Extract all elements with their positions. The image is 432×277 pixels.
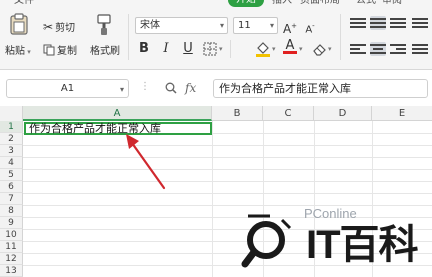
fill-color-icon[interactable] [255, 40, 271, 57]
font-size-value: 11 [238, 20, 251, 31]
column-header-row: A B C D E [0, 106, 432, 121]
menu-page-layout[interactable]: 页面布局 [300, 0, 340, 8]
grid-line [23, 181, 432, 182]
copy-button[interactable]: 复制 [43, 42, 77, 57]
row-header-1[interactable]: 1 [0, 121, 23, 133]
annotation-arrow-icon [126, 134, 166, 190]
format-painter-button[interactable]: 格式刷 [90, 42, 120, 57]
magnifier-logo-icon [241, 214, 292, 268]
font-size-select[interactable]: 11 ▾ [233, 17, 278, 34]
select-all-corner[interactable] [0, 106, 23, 121]
format-painter-icon[interactable] [95, 14, 113, 36]
align-middle-button[interactable] [370, 16, 386, 30]
font-name-select[interactable]: 宋体 ▾ [135, 17, 228, 34]
copy-icon [43, 44, 55, 55]
cut-button[interactable]: ✂ 剪切 [43, 19, 76, 35]
ribbon-divider [128, 14, 129, 60]
decrease-font-size-button[interactable]: A- [302, 17, 318, 35]
watermark-title: IT百科 [306, 223, 419, 267]
formula-input[interactable]: 作为合格产品才能正常入库 [213, 79, 428, 98]
menu-bar: 文件 开始 插入 页面布局 公式 审阅 [0, 0, 432, 8]
paste-label: 粘贴 [5, 46, 25, 57]
chevron-down-icon[interactable]: ▾ [299, 45, 303, 53]
row-header[interactable]: 4 [0, 157, 23, 169]
align-right-button[interactable] [390, 42, 406, 56]
menu-review[interactable]: 审阅 [382, 0, 402, 8]
grid-line [23, 145, 432, 146]
cut-label: 剪切 [55, 23, 76, 34]
chevron-down-icon[interactable]: ▾ [272, 45, 276, 53]
column-header-b[interactable]: B [212, 106, 263, 121]
menu-formula[interactable]: 公式 [356, 0, 376, 8]
more-icon: ⋮ [140, 81, 150, 92]
column-header-a[interactable]: A [23, 106, 212, 121]
column-header-e[interactable]: E [372, 106, 432, 121]
copy-label: 复制 [57, 46, 77, 57]
ribbon-toolbar: 文件 开始 插入 页面布局 公式 审阅 粘贴 ▾ ✂ 剪切 复制 格式刷 宋体 … [0, 0, 432, 70]
name-box-value: A1 [60, 83, 75, 94]
grid-line [23, 157, 432, 158]
align-top-button[interactable] [350, 16, 366, 30]
menu-home[interactable]: 开始 [228, 0, 264, 7]
row-header[interactable]: 10 [0, 229, 23, 241]
name-box[interactable]: A1 ▾ [6, 79, 129, 98]
font-color-label: A [285, 38, 295, 53]
zoom-icon[interactable] [165, 82, 177, 94]
watermark: PConline IT百科 [240, 206, 425, 272]
chevron-down-icon: ▾ [119, 85, 124, 94]
align-left-button[interactable] [350, 42, 366, 56]
formula-tools: fx [165, 81, 196, 95]
row-header[interactable]: 12 [0, 253, 23, 265]
column-header-c[interactable]: C [263, 106, 314, 121]
paste-button[interactable]: 粘贴 ▾ [5, 42, 31, 57]
scissors-icon: ✂ [43, 19, 54, 34]
row-header[interactable]: 2 [0, 133, 23, 145]
italic-button[interactable]: I [158, 40, 174, 58]
cell-a1[interactable]: 作为合格产品才能正常入库 [24, 122, 212, 135]
wrap-text-button[interactable] [412, 16, 428, 30]
bold-button[interactable]: B [136, 40, 152, 58]
grid-line [23, 169, 432, 170]
eraser-icon[interactable] [312, 42, 327, 56]
align-center-button[interactable] [370, 42, 386, 56]
chevron-down-icon[interactable]: ▾ [219, 45, 223, 53]
ribbon-divider [340, 14, 341, 60]
menu-file[interactable]: 文件 [14, 0, 34, 8]
row-header[interactable]: 11 [0, 241, 23, 253]
underline-button[interactable]: U [180, 40, 196, 58]
function-button[interactable]: fx [185, 81, 196, 95]
font-name-value: 宋体 [140, 20, 160, 31]
watermark-brand: PConline [304, 206, 357, 221]
chevron-down-icon: ▾ [219, 21, 224, 30]
justify-button[interactable] [412, 42, 428, 56]
chevron-down-icon: ▾ [269, 21, 274, 30]
borders-icon[interactable] [203, 42, 217, 56]
row-header[interactable]: 9 [0, 217, 23, 229]
row-header[interactable]: 3 [0, 145, 23, 157]
align-bottom-button[interactable] [390, 16, 406, 30]
menu-insert[interactable]: 插入 [272, 0, 292, 8]
column-header-d[interactable]: D [314, 106, 372, 121]
row-header[interactable]: 13 [0, 265, 23, 277]
grid-line [212, 121, 213, 277]
grid-line [23, 193, 432, 194]
increase-font-size-button[interactable]: A+ [282, 17, 298, 36]
row-header[interactable]: 7 [0, 193, 23, 205]
row-header[interactable]: 5 [0, 169, 23, 181]
font-color-button[interactable]: A [283, 38, 297, 54]
row-header[interactable]: 6 [0, 181, 23, 193]
ribbon-divider [230, 40, 231, 58]
chevron-down-icon[interactable]: ▾ [328, 45, 332, 53]
row-header[interactable]: 8 [0, 205, 23, 217]
formula-bar: A1 ▾ ⋮ fx 作为合格产品才能正常入库 [0, 70, 432, 106]
paste-icon[interactable] [9, 13, 29, 35]
